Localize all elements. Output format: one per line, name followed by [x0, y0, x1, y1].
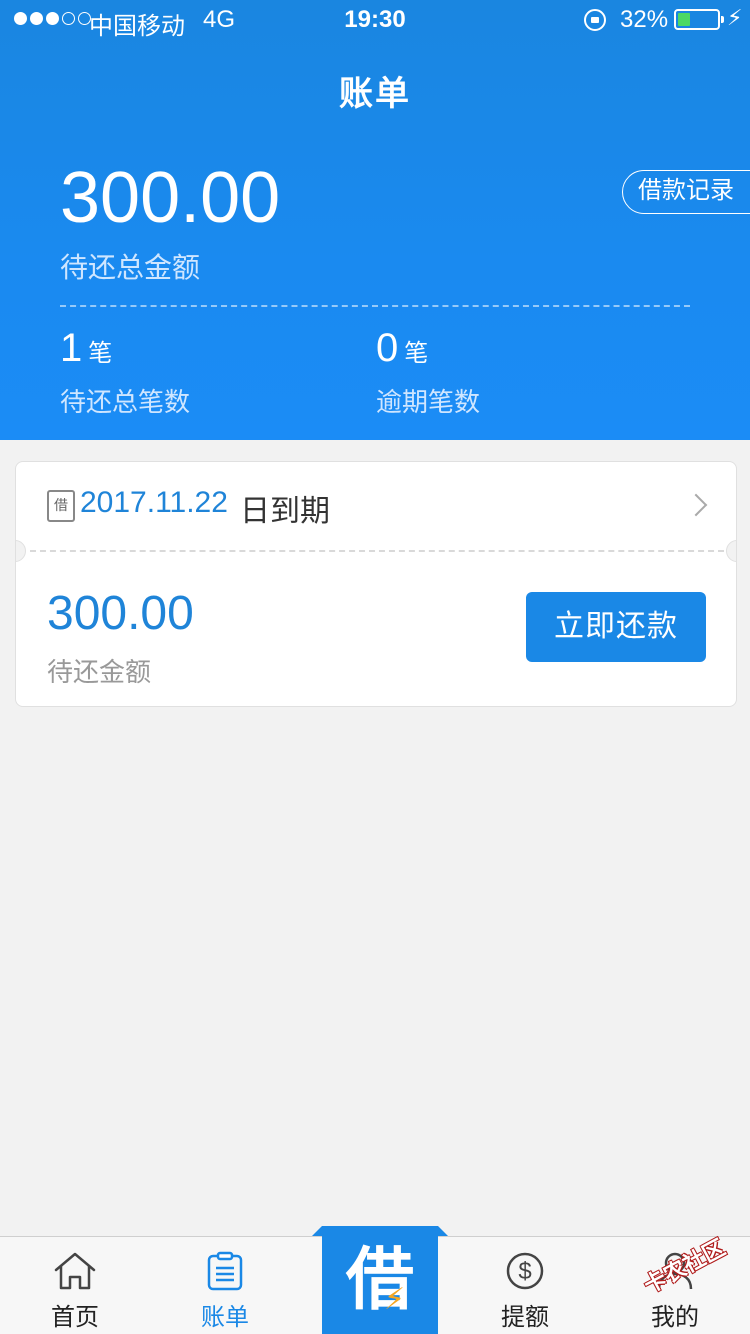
battery-fill [678, 13, 690, 26]
tab-credit-increase[interactable]: $ 提额 [450, 1237, 600, 1334]
tab-home-label: 首页 [51, 1304, 99, 1331]
total-amount: 300.00 [60, 158, 281, 238]
tab-home[interactable]: 首页 [0, 1237, 150, 1334]
battery-icon [674, 9, 724, 30]
loan-record-button[interactable]: 借款记录 [622, 170, 750, 214]
pending-count: 1 [60, 326, 83, 370]
pending-count-stat: 1笔 待还总笔数 [60, 326, 190, 419]
bill-card: 借 2017.11.22 日到期 300.00 待还金额 立即还款 [15, 461, 737, 707]
dollar-icon: $ [506, 1252, 544, 1290]
total-amount-label: 待还总金额 [60, 252, 201, 283]
status-bar: 中国移动 4G 19:30 32% ⚡ [0, 0, 750, 40]
bill-icon [207, 1251, 243, 1291]
chevron-right-icon[interactable] [684, 493, 708, 517]
overdue-count: 0 [376, 326, 399, 370]
repay-now-button[interactable]: 立即还款 [526, 592, 706, 662]
tab-bill-label: 账单 [201, 1304, 249, 1331]
tab-borrow[interactable]: 借 ⚡ [312, 1226, 448, 1334]
header-panel: 中国移动 4G 19:30 32% ⚡ 账单 300.00 待还总金额 借款记录… [0, 0, 750, 440]
borrow-bolt-icon: ⚡ [384, 1283, 406, 1316]
home-icon [54, 1252, 96, 1290]
pending-unit: 笔 [88, 340, 113, 367]
bill-due-row[interactable]: 借 2017.11.22 日到期 [16, 462, 736, 550]
due-date: 2017.11.22 [80, 486, 228, 519]
overdue-count-label: 逾期笔数 [376, 387, 481, 417]
bill-amount: 300.00 [47, 587, 194, 640]
page-title: 账单 [339, 75, 411, 113]
tab-bill[interactable]: 账单 [150, 1237, 300, 1334]
receipt-icon: 借 [47, 490, 75, 522]
battery-percent: 32% [620, 6, 669, 33]
bill-amount-label: 待还金额 [47, 657, 152, 687]
pending-count-label: 待还总笔数 [60, 387, 191, 417]
overdue-count-stat: 0笔 逾期笔数 [376, 326, 480, 419]
borrow-icon: 借 [345, 1242, 414, 1318]
summary-divider [60, 305, 690, 307]
card-divider [30, 550, 724, 552]
charging-bolt-icon: ⚡ [727, 5, 743, 30]
due-suffix: 日到期 [240, 495, 330, 528]
svg-text:$: $ [518, 1258, 531, 1285]
orientation-lock-icon [584, 9, 606, 31]
tab-credit-label: 提额 [501, 1304, 549, 1331]
overdue-unit: 笔 [404, 340, 429, 367]
card-notch-right [726, 540, 736, 562]
